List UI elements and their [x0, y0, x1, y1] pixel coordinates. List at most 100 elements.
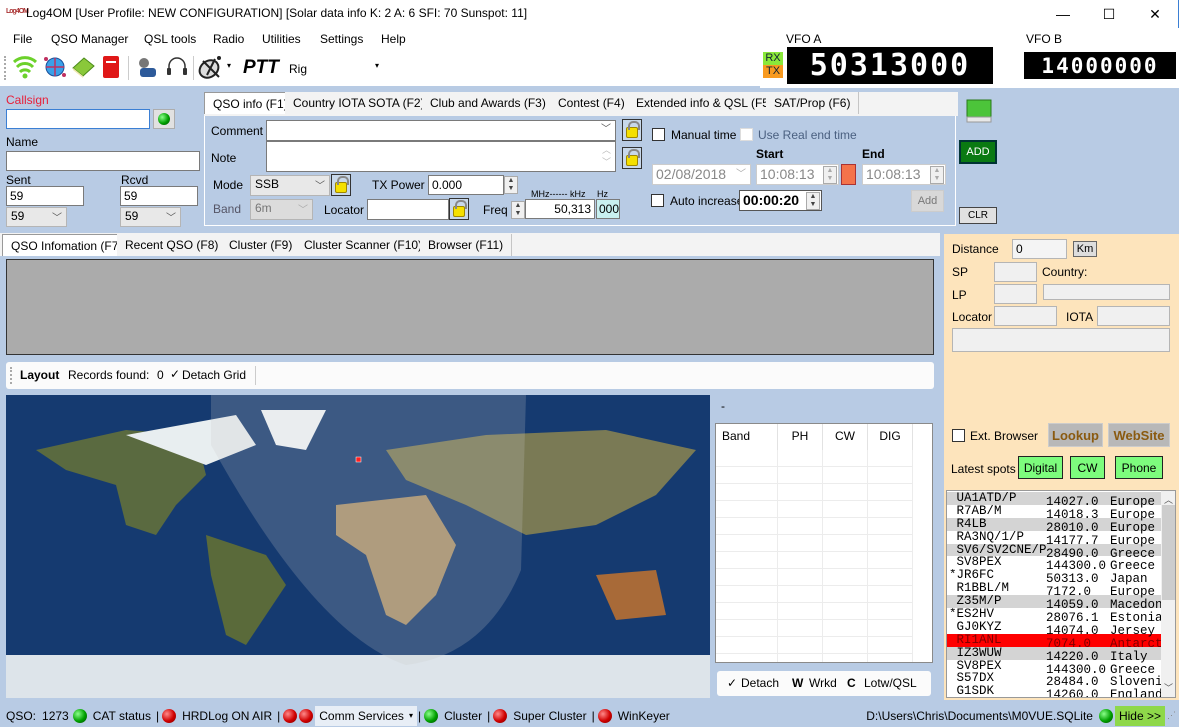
spot-row[interactable]: Z35M/P14059.0Macedonia	[947, 595, 1161, 612]
super-cluster-status[interactable]: Super Cluster	[509, 709, 590, 723]
column-header-cw[interactable]: CW	[823, 424, 868, 450]
rig-select[interactable]: ▾	[312, 57, 386, 79]
spot-row[interactable]: G1SDK 14260.0 England	[947, 685, 1162, 697]
tab-browser[interactable]: Browser (F11)	[420, 234, 513, 256]
note-scrollbar[interactable]: ︿ ﹀	[602, 144, 611, 168]
scrollbar-thumb[interactable]	[1162, 505, 1175, 600]
spot-row[interactable]: R1BBL/M 7172.0 Europe	[947, 582, 1161, 599]
freq-spinner[interactable]: ▲ ▼	[511, 201, 525, 219]
ptt-button[interactable]: PTT	[243, 57, 279, 79]
callsign-input[interactable]	[6, 109, 150, 129]
menu-help[interactable]: Help	[381, 32, 406, 46]
close-button[interactable]: ✕	[1132, 0, 1178, 28]
spots-digital-button[interactable]: Digital	[1018, 456, 1063, 479]
spot-row[interactable]: RI1ANL7074.0Antarctica	[947, 633, 1161, 650]
tab-cluster-scanner[interactable]: Cluster Scanner (F10)	[296, 234, 432, 256]
maximize-button[interactable]: ☐	[1086, 0, 1132, 28]
note-input[interactable]: ︿ ﹀	[266, 141, 616, 172]
ext-browser-checkbox[interactable]	[952, 429, 965, 442]
website-button[interactable]: WebSite	[1108, 423, 1170, 447]
tab-contest[interactable]: Contest (F4)	[550, 92, 634, 114]
band-table[interactable]: Band PH CW DIG	[715, 423, 933, 663]
wifi-signal-icon[interactable]	[12, 54, 38, 80]
world-map[interactable]	[6, 395, 710, 698]
band-select[interactable]: 6m ﹀	[250, 199, 313, 220]
spot-row[interactable]: *ES2HV 28076.1 Estonia	[947, 608, 1161, 625]
menu-utilities[interactable]: Utilities	[262, 32, 301, 46]
headset-icon[interactable]	[164, 54, 190, 80]
toolbar-grip[interactable]	[4, 56, 6, 80]
spot-row[interactable]: SV8PEX 144300.0 Greece	[947, 660, 1161, 677]
tx-power-spinner[interactable]: ▲ ▼	[504, 176, 518, 194]
winkeyer-status[interactable]: WinKeyer	[614, 709, 674, 723]
spots-list[interactable]: UA1ATD/P 14027.0 Europe R7AB/M 14018.3 Europ…	[946, 490, 1176, 698]
gear-robot-icon[interactable]	[134, 54, 160, 80]
column-header-band[interactable]: Band	[716, 424, 778, 450]
qso-grid[interactable]	[6, 259, 934, 355]
tab-club-awards[interactable]: Club and Awards (F3)	[422, 92, 555, 114]
green-book-icon[interactable]	[70, 54, 96, 80]
vfo-a-display[interactable]: 50313000	[787, 47, 993, 84]
dish-dropdown-icon[interactable]: ▾	[227, 61, 231, 70]
column-header-dig[interactable]: DIG	[868, 424, 913, 450]
spot-row[interactable]: SV8PEX 144300.0 Greece	[947, 556, 1161, 573]
detach-button[interactable]: Detach	[741, 676, 779, 690]
tab-recent-qso[interactable]: Recent QSO (F8)	[117, 234, 228, 256]
auto-increase-checkbox[interactable]	[651, 194, 664, 207]
km-unit-button[interactable]: Km	[1073, 241, 1097, 257]
sent-input[interactable]	[6, 186, 84, 206]
tab-extended-info-qsl[interactable]: Extended info & QSL (F5)	[628, 92, 782, 114]
add-small-button[interactable]: Add	[911, 190, 944, 212]
comm-services-dropdown[interactable]: Comm Services ▾	[315, 705, 417, 726]
satellite-dish-icon[interactable]	[197, 53, 225, 81]
manual-time-checkbox[interactable]	[652, 128, 665, 141]
date-picker[interactable]: 02/08/2018 ﹀	[652, 164, 751, 185]
spot-row[interactable]: UA1ATD/P 14027.0 Europe	[947, 492, 1161, 509]
locator-input[interactable]	[367, 199, 449, 220]
scroll-down-icon[interactable]: ﹀	[1164, 681, 1173, 694]
tab-country-iota-sota[interactable]: Country IOTA SOTA (F2)	[285, 92, 434, 114]
globe-network-icon[interactable]	[42, 54, 68, 80]
tx-power-input[interactable]	[428, 175, 504, 195]
mode-lock-icon[interactable]	[331, 174, 351, 196]
grid-toolbar-grip[interactable]	[10, 367, 12, 384]
tab-cluster[interactable]: Cluster (F9)	[221, 234, 302, 256]
lookup-button[interactable]: Lookup	[1048, 423, 1103, 447]
spots-cw-button[interactable]: CW	[1070, 456, 1105, 479]
menu-radio[interactable]: Radio	[213, 32, 244, 46]
spot-row[interactable]: RA3NQ/1/P 14177.7 Europe	[947, 531, 1161, 548]
resize-grip-icon[interactable]: ⋰	[1165, 710, 1179, 721]
rcvd-input[interactable]	[120, 186, 198, 206]
tab-sat-prop[interactable]: SAT/Prop (F6)	[766, 92, 860, 114]
spot-row[interactable]: GJ0KYZ 14074.0 Jersey	[947, 621, 1161, 638]
comment-input[interactable]: ﹀	[266, 120, 616, 141]
spot-row[interactable]: SV6/SV2CNE/P28490.0 Greece	[947, 543, 1161, 560]
start-time-spinner[interactable]: ▲ ▼	[823, 166, 837, 184]
callsign-lookup-button[interactable]	[153, 109, 175, 129]
add-qso-button[interactable]: ADD	[959, 140, 997, 164]
auto-increase-spinner[interactable]: ▲ ▼	[806, 192, 820, 210]
menu-settings[interactable]: Settings	[320, 32, 363, 46]
tab-qso-info[interactable]: QSO info (F1)	[204, 92, 297, 114]
menu-qsl-tools[interactable]: QSL tools	[144, 32, 196, 46]
menu-qso-manager[interactable]: QSO Manager	[51, 32, 128, 46]
clear-button[interactable]: CLR	[959, 207, 997, 224]
mode-select[interactable]: SSB ﹀	[250, 175, 330, 196]
detach-grid-button[interactable]: Detach Grid	[182, 368, 246, 382]
spot-row[interactable]: R7AB/M 14018.3 Europe	[947, 505, 1161, 522]
freq-input[interactable]: 50,313	[525, 199, 595, 219]
cat-status[interactable]: CAT status	[89, 709, 155, 723]
spot-row[interactable]: IZ3WUW 14220.0 Italy	[947, 646, 1161, 663]
spot-row[interactable]: S57DX28484.0Slovenia	[947, 672, 1162, 689]
hide-button[interactable]: Hide >>	[1114, 705, 1165, 726]
rcvd-select[interactable]: 59 ﹀	[120, 207, 181, 227]
cluster-status[interactable]: Cluster	[440, 709, 486, 723]
column-header-ph[interactable]: PH	[778, 424, 823, 450]
save-log-icon[interactable]	[964, 96, 994, 126]
spots-scrollbar[interactable]: ︿ ﹀	[1161, 491, 1175, 697]
name-input[interactable]	[6, 151, 200, 171]
vfo-b-display[interactable]: 14000000	[1024, 52, 1176, 79]
locator-lock-icon[interactable]	[449, 198, 469, 220]
red-mailbox-icon[interactable]	[100, 54, 122, 80]
freq-hz-input[interactable]: 000	[596, 199, 620, 219]
